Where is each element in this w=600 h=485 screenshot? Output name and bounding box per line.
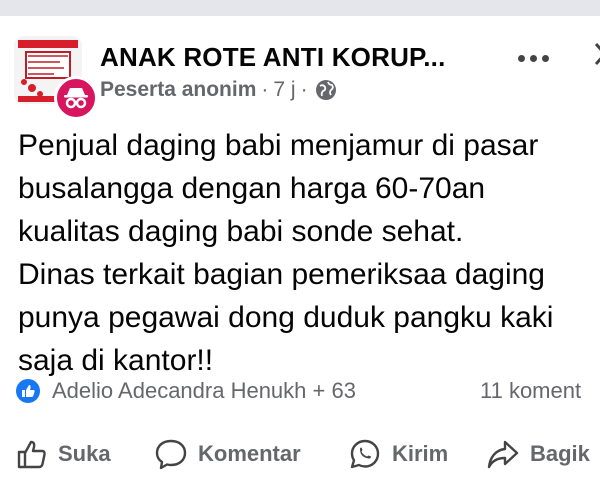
- post-header: ANAK ROTE ANTI KORUP... Peserta anonim ·…: [14, 36, 600, 120]
- post-line: punya pegawai dong duduk pangku kaki: [18, 301, 554, 334]
- post-message: Penjual daging babi menjamur di pasar bu…: [18, 124, 600, 382]
- anonymous-icon: [64, 88, 88, 109]
- post-time[interactable]: 7 j: [273, 78, 295, 102]
- send-button[interactable]: Kirim: [348, 434, 448, 474]
- comment-icon: [155, 439, 187, 470]
- post-line: kualitas daging babi sonde sehat.: [18, 215, 464, 248]
- meta-separator: ·: [261, 78, 269, 101]
- share-icon: [487, 440, 519, 469]
- post-meta: Peserta anonim · 7 j ·: [100, 78, 337, 102]
- thumbs-up-icon: [17, 440, 46, 469]
- author-name[interactable]: Peserta anonim: [100, 78, 256, 102]
- share-button[interactable]: Bagik: [486, 434, 590, 474]
- like-button[interactable]: Suka: [16, 434, 111, 474]
- post-line: Dinas terkait bagian pemeriksaa daging: [18, 258, 545, 291]
- group-name-link[interactable]: ANAK ROTE ANTI KORUP...: [100, 42, 446, 73]
- action-bar: Suka Komentar Kirim Bagik: [0, 434, 600, 474]
- whatsapp-icon: [350, 439, 380, 469]
- comment-label: Komentar: [198, 441, 301, 466]
- share-label: Bagik: [530, 441, 590, 466]
- like-reaction-icon[interactable]: [16, 379, 40, 403]
- feed-divider: [0, 0, 600, 16]
- comment-button[interactable]: Komentar: [154, 434, 301, 474]
- reactors-text[interactable]: Adelio Adecandra Henukh + 63: [52, 378, 356, 404]
- close-icon[interactable]: [584, 36, 600, 76]
- anonymous-avatar[interactable]: [54, 76, 98, 120]
- send-label: Kirim: [392, 441, 449, 466]
- post-line: Penjual daging babi menjamur di pasar: [18, 129, 539, 162]
- globe-icon: [315, 80, 336, 100]
- comments-count[interactable]: 11 koment: [480, 378, 581, 404]
- post-card: ANAK ROTE ANTI KORUP... Peserta anonim ·…: [0, 16, 600, 485]
- meta-separator: ·: [300, 78, 308, 101]
- like-label: Suka: [58, 441, 111, 466]
- more-options-icon[interactable]: [518, 48, 558, 68]
- post-line: busalangga dengan harga 60-70an: [18, 172, 486, 205]
- reactions-bar: Adelio Adecandra Henukh + 63 11 koment: [16, 376, 600, 406]
